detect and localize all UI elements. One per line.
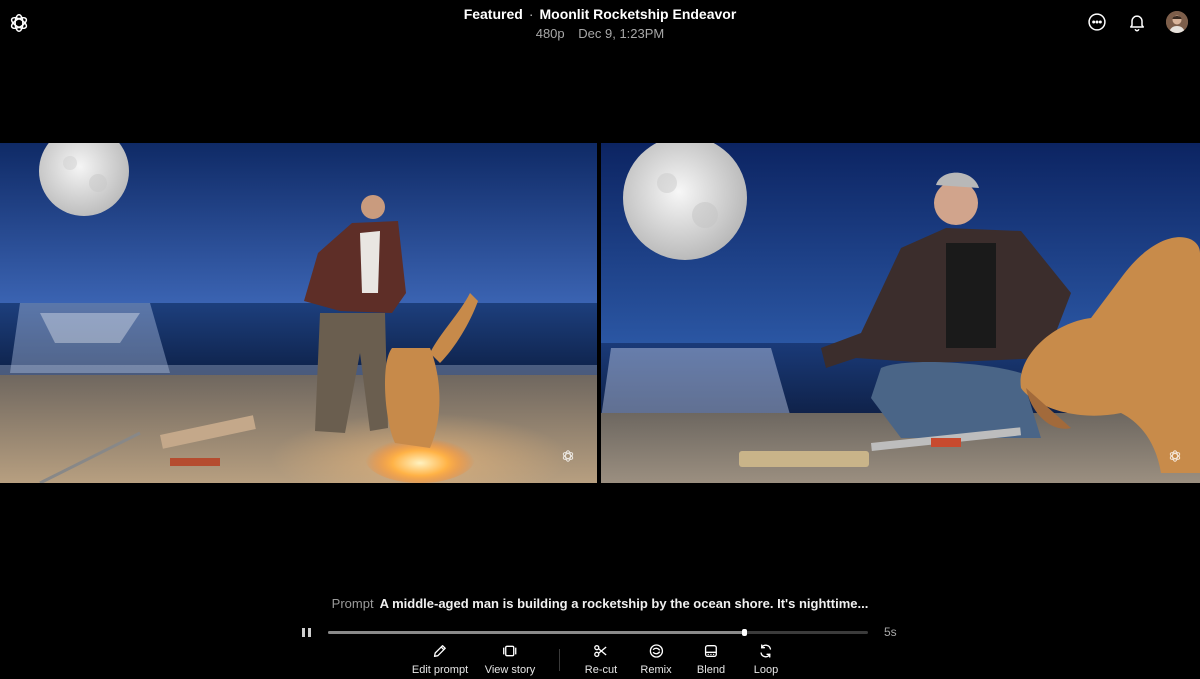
remix-icon [649, 644, 663, 658]
timestamp-label: Dec 9, 1:23PM [578, 26, 665, 41]
prompt-label: Prompt [331, 596, 374, 611]
scissors-icon [594, 645, 607, 657]
pencil-icon [434, 645, 446, 657]
openai-watermark-icon [562, 450, 574, 462]
video-panel-left[interactable] [0, 143, 597, 483]
header-actions [1086, 11, 1188, 33]
video-panel-right[interactable] [601, 143, 1200, 483]
loop-icon [760, 644, 772, 658]
notifications-button[interactable] [1126, 11, 1148, 33]
video-title: Moonlit Rocketship Endeavor [539, 6, 737, 22]
pause-icon [307, 627, 311, 637]
blend-icon [704, 645, 717, 657]
video-player-controls: 5s [300, 624, 900, 640]
prompt-text: A middle-aged man is building a rocketsh… [379, 596, 869, 611]
resolution-label: 480p [535, 26, 565, 41]
video-panels [0, 143, 1200, 483]
bell-icon [1130, 15, 1144, 32]
progress-track[interactable] [328, 629, 868, 636]
view-story-label: View story [484, 664, 536, 676]
recut-button[interactable]: Re-cut [585, 643, 617, 676]
recut-label: Re-cut [584, 664, 618, 676]
loop-label: Loop [753, 664, 779, 676]
more-options-button[interactable] [1086, 11, 1108, 33]
openai-watermark-icon [1169, 450, 1181, 462]
toolbar-divider [559, 649, 560, 671]
prompt-row[interactable]: Prompt A middle-aged man is building a ro… [0, 596, 1200, 611]
edit-prompt-button[interactable]: Edit prompt [412, 643, 468, 676]
remix-label: Remix [640, 664, 672, 676]
duration-label: 5s [884, 625, 897, 639]
view-story-button[interactable]: View story [484, 643, 536, 676]
action-toolbar: Edit prompt View story Re-cut Remix Blen… [0, 643, 1200, 679]
progress-handle[interactable] [741, 629, 747, 636]
storyboard-icon [503, 645, 517, 657]
video-frame-right [601, 143, 1200, 483]
progress-fill [328, 631, 744, 634]
video-frame-left [0, 143, 597, 483]
blend-button[interactable]: Blend [697, 643, 725, 676]
remix-button[interactable]: Remix [640, 643, 672, 676]
title-separator: · [528, 6, 534, 22]
edit-prompt-label: Edit prompt [411, 664, 469, 676]
loop-button[interactable]: Loop [754, 643, 778, 676]
more-options-icon [1088, 13, 1106, 31]
pause-icon [301, 627, 305, 637]
section-label: Featured [463, 6, 523, 22]
video-title-line: Featured · Moonlit Rocketship Endeavor [0, 6, 1200, 22]
video-meta: 480p Dec 9, 1:23PM [0, 26, 1200, 41]
video-header: Featured · Moonlit Rocketship Endeavor 480… [0, 6, 1200, 41]
blend-label: Blend [696, 664, 726, 676]
pause-button[interactable] [300, 626, 312, 638]
user-avatar[interactable] [1166, 11, 1188, 33]
